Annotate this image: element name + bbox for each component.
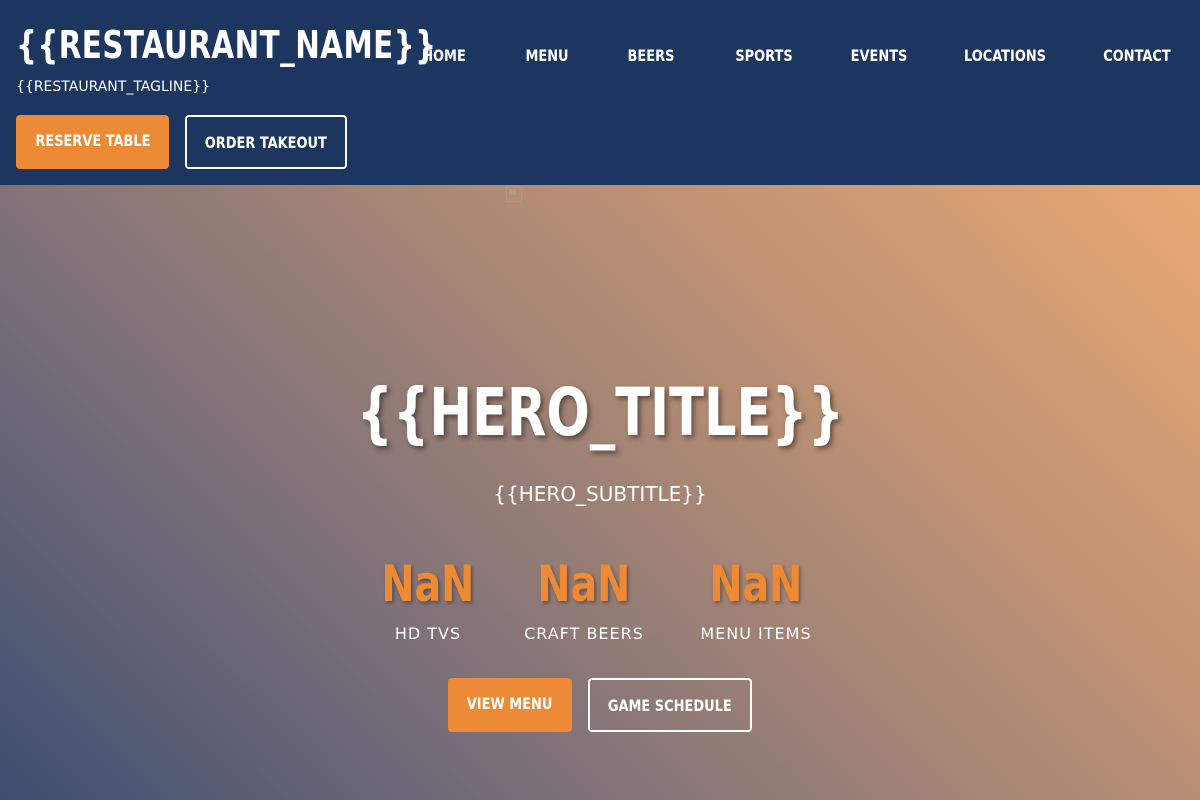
hero-title: {{HERO_TITLE}}: [0, 371, 1200, 455]
restaurant-tagline: {{RESTAURANT_TAGLINE}}: [16, 79, 211, 95]
stat-hd-tvs: NaN HD TVs: [343, 552, 513, 644]
view-menu-button[interactable]: View Menu: [448, 678, 572, 732]
brand: {{RESTAURANT_NAME}} {{RESTAURANT_TAGLINE…: [16, 22, 436, 95]
stat-value: NaN: [499, 552, 669, 616]
site-header: {{RESTAURANT_NAME}} {{RESTAURANT_TAGLINE…: [0, 0, 1200, 185]
nav-link-locations[interactable]: Locations: [964, 44, 1046, 68]
main-nav: Home Menu Beers Sports Events Locations …: [393, 44, 1200, 70]
nav-link-home[interactable]: Home: [422, 44, 466, 68]
nav-link-menu[interactable]: Menu: [525, 44, 568, 68]
stat-value-text: NaN: [709, 555, 803, 613]
reserve-table-label: Reserve Table: [34, 130, 151, 150]
restaurant-name[interactable]: {{RESTAURANT_NAME}}: [16, 22, 436, 68]
hero-subtitle: {{HERO_SUBTITLE}}: [493, 482, 707, 506]
nav-link-contact[interactable]: Contact: [1103, 44, 1170, 68]
view-menu-label: View Menu: [467, 693, 553, 713]
order-takeout-label: Order Takeout: [204, 132, 328, 152]
game-schedule-label: Game Schedule: [608, 695, 732, 715]
stat-value-text: NaN: [537, 555, 631, 613]
stat-value: NaN: [343, 552, 513, 616]
order-takeout-button[interactable]: Order Takeout: [185, 115, 347, 169]
nav-link-events[interactable]: Events: [851, 44, 908, 68]
hero-title-text: {{HERO_TITLE}}: [356, 374, 844, 451]
stat-menu-items: NaN Menu Items: [671, 552, 841, 644]
stat-value-text: NaN: [381, 555, 475, 613]
stat-craft-beers: NaN Craft Beers: [499, 552, 669, 644]
broken-image-icon: [506, 186, 522, 202]
stat-label: Craft Beers: [524, 624, 644, 643]
stat-label: Menu Items: [700, 624, 812, 643]
reserve-table-button[interactable]: Reserve Table: [16, 115, 169, 169]
stat-value: NaN: [671, 552, 841, 616]
nav-link-sports[interactable]: Sports: [735, 44, 792, 68]
game-schedule-button[interactable]: Game Schedule: [588, 678, 752, 732]
stat-label: HD TVs: [394, 624, 462, 643]
nav-link-beers[interactable]: Beers: [628, 44, 675, 68]
hero-section: {{HERO_TITLE}} {{HERO_SUBTITLE}} NaN HD …: [0, 185, 1200, 800]
